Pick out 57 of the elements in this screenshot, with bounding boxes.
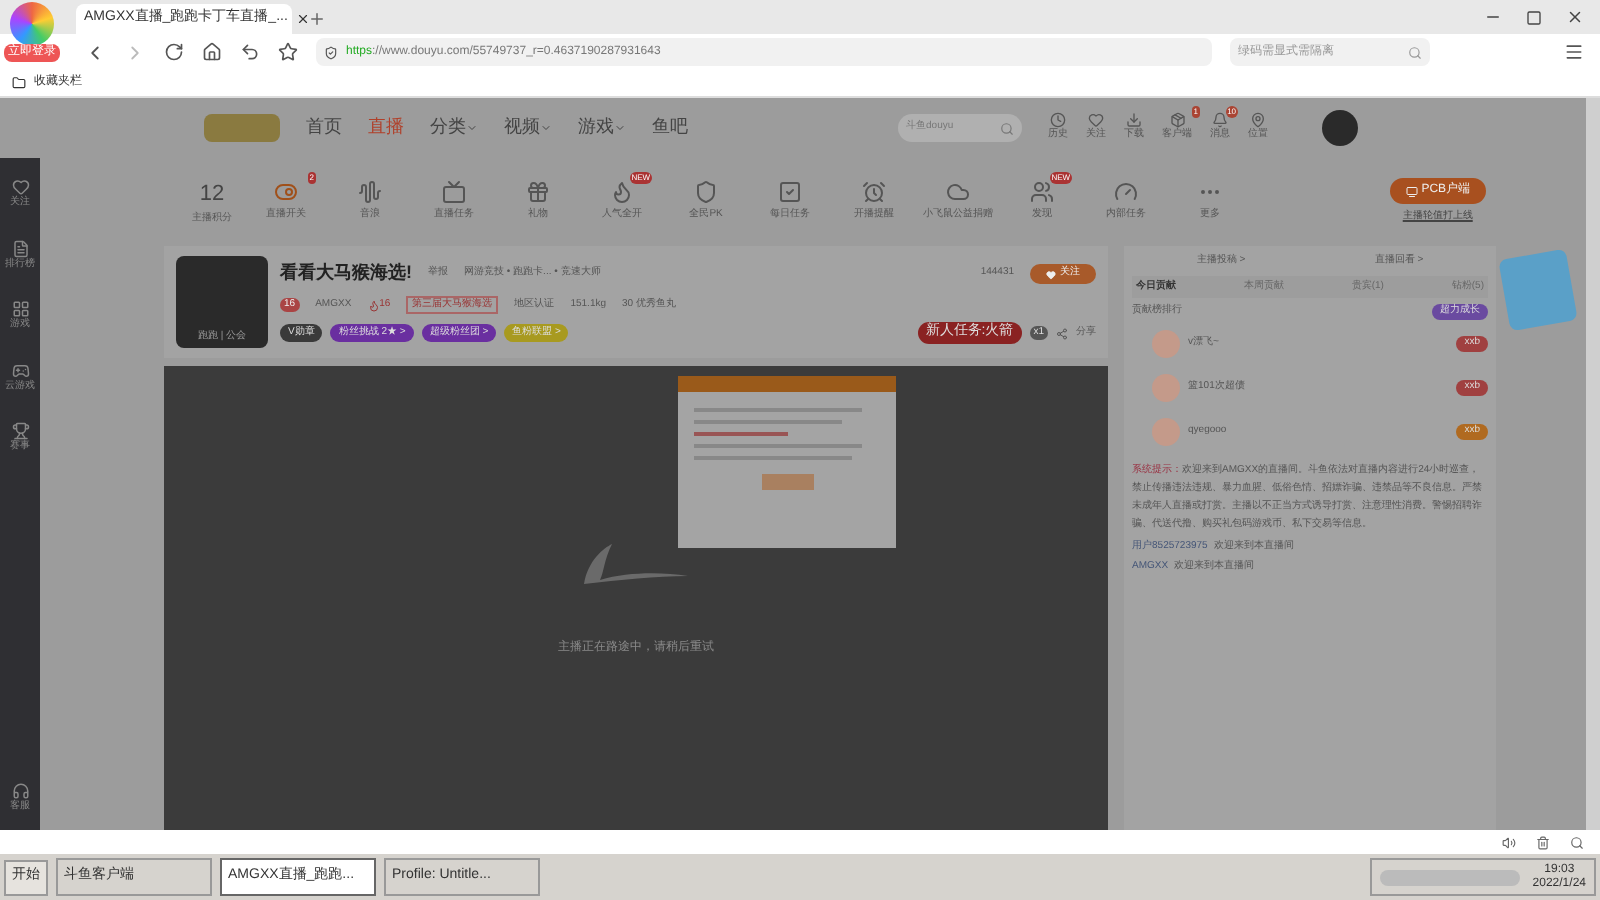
flame-icon xyxy=(367,299,380,311)
gift-icon xyxy=(526,180,551,205)
maximize-icon[interactable] xyxy=(1526,9,1542,25)
nav-tab[interactable]: 视频 xyxy=(504,114,541,142)
nav-tab[interactable]: 直播 xyxy=(368,114,405,142)
scrollbar[interactable] xyxy=(1586,98,1600,830)
search-icon[interactable] xyxy=(1408,45,1422,59)
people-icon xyxy=(1030,180,1055,205)
box-icon xyxy=(1169,112,1186,129)
tv-icon xyxy=(442,180,467,205)
download-icon xyxy=(1126,112,1143,129)
close-icon[interactable] xyxy=(295,12,310,26)
document-icon xyxy=(11,239,30,257)
home-icon[interactable] xyxy=(202,42,222,62)
speaker-icon[interactable] xyxy=(1502,835,1516,849)
nav-tab[interactable]: 分类 xyxy=(430,114,467,142)
nav-tab[interactable]: 游戏 xyxy=(578,114,615,142)
bell-icon xyxy=(1212,112,1229,129)
headset-icon xyxy=(11,781,30,799)
grid-icon xyxy=(11,300,30,318)
caret-icon[interactable] xyxy=(614,122,627,134)
cloud-icon xyxy=(946,180,971,205)
gauge-icon xyxy=(1114,180,1139,205)
site-logo-icon[interactable] xyxy=(204,114,281,142)
heart-icon xyxy=(1046,269,1057,279)
shield-icon xyxy=(324,45,338,59)
avatar[interactable] xyxy=(1322,110,1359,146)
share-icon[interactable] xyxy=(1056,327,1069,339)
star-icon[interactable] xyxy=(278,42,298,62)
trash-icon[interactable] xyxy=(1536,835,1550,849)
caret-icon[interactable] xyxy=(466,122,479,134)
search-icon[interactable] xyxy=(1000,121,1015,135)
undo-icon[interactable] xyxy=(240,42,260,62)
room-title: 看看大马猴海选! xyxy=(280,260,413,287)
pin-icon xyxy=(1250,112,1267,129)
gamepad-icon xyxy=(11,361,30,379)
reload-icon[interactable] xyxy=(164,42,184,62)
clock-icon xyxy=(1050,112,1067,129)
search-icon[interactable] xyxy=(1570,835,1584,849)
heart-icon xyxy=(11,178,30,196)
menu-icon[interactable] xyxy=(1564,42,1584,62)
nav-tab[interactable]: 鱼吧 xyxy=(652,114,689,142)
browser-logo-icon[interactable] xyxy=(10,2,54,46)
shield-icon xyxy=(694,180,719,205)
score-value: 12 xyxy=(199,180,225,210)
close-icon[interactable] xyxy=(1566,8,1584,26)
trophy-icon xyxy=(11,422,30,440)
toggle-icon xyxy=(274,180,299,205)
wave-icon xyxy=(358,180,383,205)
flame-icon xyxy=(610,180,635,205)
nav-tab[interactable]: 首页 xyxy=(306,114,343,142)
alarm-icon xyxy=(862,180,887,205)
caret-icon[interactable] xyxy=(540,122,553,134)
heart-icon xyxy=(1088,112,1105,129)
checkbox-icon xyxy=(778,180,803,205)
folder-icon xyxy=(12,76,26,90)
tv-icon xyxy=(1405,185,1418,198)
